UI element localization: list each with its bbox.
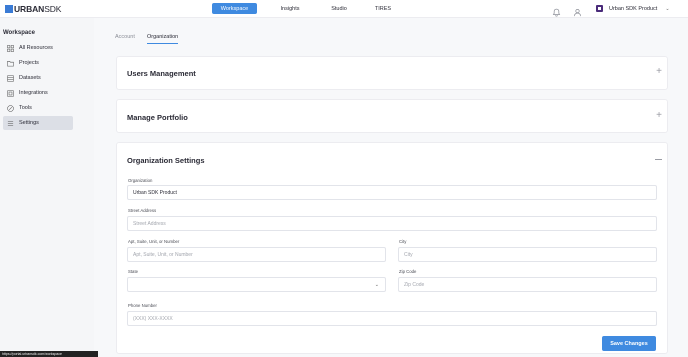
sidebar-item-label: Projects bbox=[19, 60, 39, 66]
nav-tab-workspace[interactable]: Workspace bbox=[212, 3, 257, 14]
manage-portfolio-card[interactable]: Manage Portfolio + bbox=[116, 99, 668, 133]
phone-label: Phone Number bbox=[128, 303, 157, 308]
sidebar-item-label: Integrations bbox=[19, 90, 48, 96]
top-bar: URBANSDK Workspace Insights Studio TIRES… bbox=[0, 0, 688, 18]
tools-icon bbox=[7, 104, 14, 112]
logo-mark-icon bbox=[5, 5, 13, 13]
user-icon[interactable] bbox=[573, 4, 582, 17]
state-label: State bbox=[128, 269, 139, 274]
sidebar-item-label: Settings bbox=[19, 120, 39, 126]
apt-label: Apt, Suite, Unit, or Number bbox=[128, 239, 180, 244]
settings-icon bbox=[7, 120, 14, 127]
grid-icon bbox=[7, 44, 14, 52]
sidebar: Workspace All Resources Projects Dataset… bbox=[0, 18, 94, 357]
integrations-icon bbox=[7, 89, 14, 97]
sidebar-title: Workspace bbox=[3, 30, 35, 36]
organization-settings-title: Organization Settings bbox=[127, 156, 205, 165]
tab-account[interactable]: Account bbox=[115, 34, 135, 40]
save-changes-button[interactable]: Save Changes bbox=[602, 336, 656, 351]
users-management-card[interactable]: Users Management + bbox=[116, 56, 668, 90]
street-address-field[interactable]: Street Address bbox=[127, 216, 657, 231]
urbansdk-logo[interactable]: URBANSDK bbox=[5, 3, 61, 15]
logo-text-sdk: SDK bbox=[44, 4, 62, 14]
organization-label: Organization bbox=[128, 178, 153, 183]
city-field[interactable]: City bbox=[398, 247, 657, 262]
users-management-title: Users Management bbox=[127, 69, 196, 78]
expand-plus-icon[interactable]: + bbox=[656, 67, 662, 77]
organization-settings-card: Organization Settings Organization Urban… bbox=[116, 142, 668, 354]
nav-tab-studio[interactable]: Studio bbox=[325, 3, 353, 14]
chevron-down-icon: ⌄ bbox=[665, 5, 670, 12]
database-icon bbox=[7, 74, 14, 82]
sidebar-item-tools[interactable]: Tools bbox=[3, 101, 73, 115]
chevron-down-icon: ⌄ bbox=[374, 282, 379, 288]
state-select[interactable]: ⌄ bbox=[127, 277, 386, 292]
nav-tab-insights[interactable]: Insights bbox=[275, 3, 305, 14]
organization-field[interactable]: Urban SDK Product bbox=[127, 185, 657, 200]
sidebar-item-projects[interactable]: Projects bbox=[3, 56, 73, 70]
main-content: Account Organization Users Management + … bbox=[94, 18, 688, 357]
street-address-label: Street Address bbox=[128, 208, 157, 213]
city-label: City bbox=[399, 239, 407, 244]
expand-plus-icon[interactable]: + bbox=[656, 111, 662, 121]
sidebar-item-label: Tools bbox=[19, 105, 32, 111]
apt-field[interactable]: Apt, Suite, Unit, or Number bbox=[127, 247, 386, 262]
sidebar-item-label: All Resources bbox=[19, 45, 53, 51]
org-avatar bbox=[596, 5, 603, 12]
manage-portfolio-title: Manage Portfolio bbox=[127, 113, 188, 122]
bell-icon[interactable] bbox=[552, 4, 561, 17]
tab-organization[interactable]: Organization bbox=[147, 34, 179, 44]
logo-text-urban: URBAN bbox=[14, 4, 45, 14]
zip-field[interactable]: Zip Code bbox=[398, 277, 657, 292]
sidebar-item-all-resources[interactable]: All Resources bbox=[3, 41, 73, 55]
folder-icon bbox=[7, 60, 14, 67]
sidebar-item-label: Datasets bbox=[19, 75, 41, 81]
zip-label: Zip Code bbox=[399, 269, 417, 274]
collapse-minus-icon[interactable] bbox=[655, 159, 662, 160]
nav-tab-tires[interactable]: TIRES bbox=[371, 3, 395, 14]
phone-field[interactable]: (XXX) XXX-XXXX bbox=[127, 311, 657, 326]
sidebar-item-integrations[interactable]: Integrations bbox=[3, 86, 73, 100]
org-name: Urban SDK Product bbox=[609, 5, 658, 12]
org-switcher[interactable]: Urban SDK Product ⌄ bbox=[596, 2, 678, 15]
sidebar-item-settings[interactable]: Settings bbox=[3, 116, 73, 130]
sidebar-item-datasets[interactable]: Datasets bbox=[3, 71, 73, 85]
status-bar-url: https://portal.urbansdk.com/workspace bbox=[0, 351, 98, 357]
